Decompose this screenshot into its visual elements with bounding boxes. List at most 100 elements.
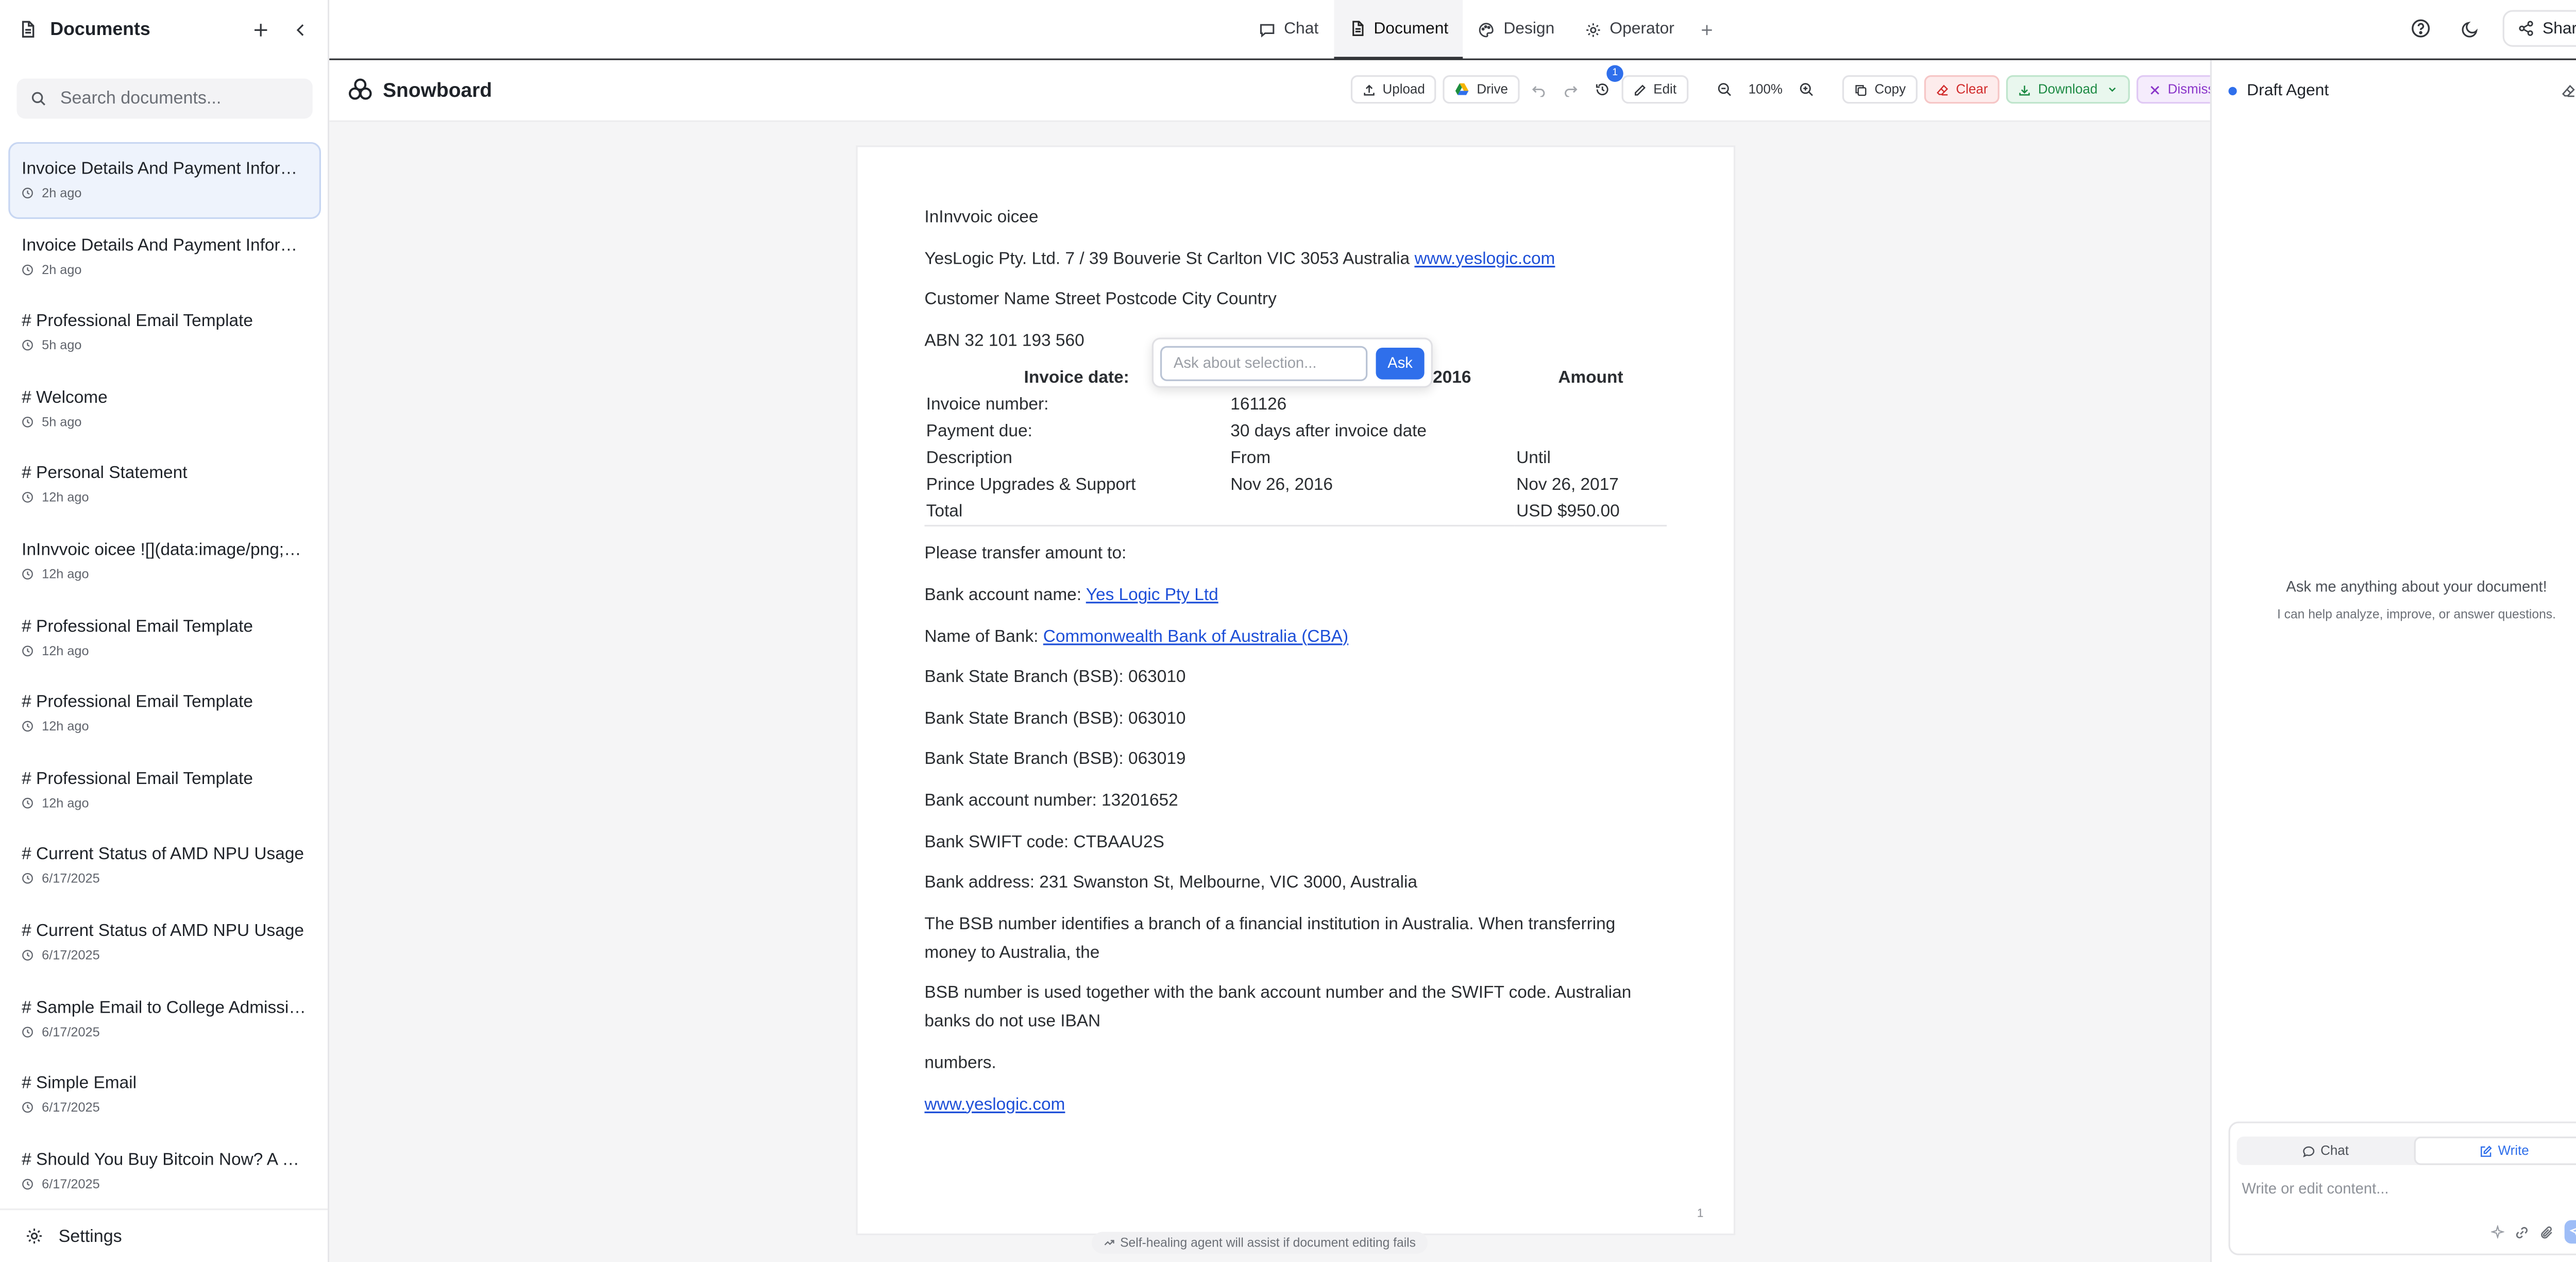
documents-sidebar: Documents Invoice Details And Payment In… [0,0,330,1262]
list-item[interactable]: # Professional Email Template 12h ago [8,752,321,828]
theme-toggle-button[interactable] [2452,10,2489,46]
bsb-line: Bank State Branch (BSB): 063019 [924,751,1186,770]
eraser-icon [1936,83,1950,96]
share-label: Share [2542,19,2576,38]
bank-name: Name of Bank: Commonwealth Bank of Austr… [924,627,1349,646]
document-page[interactable]: InInvvoic oicee YesLogic Pty. Ltd. 7 / 3… [857,147,1734,1234]
list-item[interactable]: # Current Status of AMD NPU Usage 6/17/2… [8,828,321,904]
list-item[interactable]: # Should You Buy Bitcoin Now? A Guide 6/… [8,1133,321,1209]
send-button[interactable] [2564,1220,2576,1244]
undo-button[interactable] [1527,75,1552,104]
doc-time: 12h ago [42,719,89,735]
self-healing-notice: Self-healing agent will assist if docume… [1091,1232,1428,1254]
add-tab-button[interactable] [1689,0,1723,59]
list-item[interactable]: # Sample Email to College Admissions 6/1… [8,980,321,1056]
upload-button[interactable]: Upload [1350,75,1437,104]
table-cell: 30 days after invoice date [1230,423,1427,442]
bank-name-link[interactable]: Commonwealth Bank of Australia (CBA) [1043,628,1348,646]
doc-title: Invoice Details And Payment Information [22,160,306,179]
google-drive-icon [1455,82,1470,97]
help-button[interactable] [2402,10,2438,46]
list-item[interactable]: InInvvoic oicee ![](data:image/png;base6… [8,523,321,600]
download-button[interactable]: Download [2006,75,2129,104]
link-icon[interactable] [2514,1224,2529,1239]
history-button[interactable]: 1 [1590,65,1623,104]
tab-design[interactable]: Design [1463,0,1569,59]
ask-selection-input[interactable] [1160,345,1368,381]
undo-icon [1531,82,1546,97]
status-dot [2228,87,2237,95]
customer-line: Customer Name Street Postcode City Count… [924,291,1277,310]
table-cell: From [1230,450,1271,469]
chat-bubble-icon [1259,21,1275,38]
document-toolbar: Upload Drive 1 Edit 100% Copy Clear Down… [1350,65,2227,104]
agent-header: Draft Agent [2212,60,2576,122]
tab-chat[interactable]: Chat [1244,0,1333,59]
clear-button[interactable]: Clear [1924,75,2000,104]
list-item[interactable]: # Professional Email Template 12h ago [8,675,321,752]
redo-button[interactable] [1558,75,1583,104]
chevron-left-icon[interactable] [293,21,309,38]
table-header: Amount [1558,369,1623,388]
zoom-out-button[interactable] [1711,75,1737,104]
list-item[interactable]: # Professional Email Template 12h ago [8,599,321,675]
list-item[interactable]: # Current Status of AMD NPU Usage 6/17/2… [8,904,321,980]
edit-button[interactable]: Edit [1621,75,1688,104]
list-item[interactable]: Invoice Details And Payment Information … [8,142,321,218]
bsb-line: Bank State Branch (BSB): 063010 [924,669,1186,688]
doc-title: InInvvoic oicee ![](data:image/png;base6… [22,541,308,560]
company-link[interactable]: www.yeslogic.com [1414,250,1555,268]
paperclip-icon[interactable] [2539,1224,2554,1239]
doc-time: 6/17/2025 [42,871,100,886]
mode-chat-button[interactable]: Chat [2237,1137,2414,1165]
account-number: Bank account number: 13201652 [924,792,1178,811]
ask-selection-popup: Ask [1151,337,1433,388]
zoom-in-button[interactable] [1794,75,1820,104]
doc-time: 12h ago [42,642,89,658]
moon-icon [2462,19,2480,38]
close-icon [2148,83,2161,96]
tab-document[interactable]: Document [1333,0,1464,59]
tab-operator[interactable]: Operator [1570,0,1690,59]
bank-account-name-link[interactable]: Yes Logic Pty Ltd [1086,587,1218,605]
agent-empty-state: Ask me anything about your document! I c… [2212,578,2576,622]
dismiss-label: Dismiss [2167,82,2215,97]
list-item[interactable]: # Welcome 5h ago [8,371,321,447]
list-item[interactable]: # Professional Email Template 5h ago [8,295,321,371]
table-cell: Invoice number: [926,396,1049,415]
doc-time: 5h ago [42,414,82,430]
search-input[interactable] [60,88,295,109]
mode-write-button[interactable]: Write [2414,1136,2576,1165]
clock-icon [22,568,33,580]
list-item[interactable]: # Personal Statement 12h ago [8,447,321,523]
ask-button[interactable]: Ask [1376,347,1425,379]
doc-time: 12h ago [42,795,89,810]
document-list: Invoice Details And Payment Information … [8,142,321,1209]
doc-title: # Should You Buy Bitcoin Now? A Guide [22,1151,308,1170]
clock-icon [22,873,33,885]
footer-link[interactable]: www.yeslogic.com [924,1096,1065,1114]
table-cell: Total [924,499,1229,527]
settings-button[interactable]: Settings [0,1208,328,1262]
doc-title: # Personal Statement [22,465,188,484]
agent-input[interactable] [2242,1180,2576,1210]
sparkle-icon[interactable] [2490,1225,2504,1239]
doc-time: 6/17/2025 [42,1024,100,1039]
bank-account-name: Bank account name: Yes Logic Pty Ltd [924,587,1218,605]
share-button[interactable]: Share [2502,10,2576,47]
list-item[interactable]: # Simple Email 6/17/2025 [8,1056,321,1133]
plus-icon[interactable] [252,21,269,38]
clock-icon [22,797,33,809]
drive-button[interactable]: Drive [1443,75,1520,104]
table-cell: USD $950.00 [1514,499,1667,527]
table-row: Total USD $950.00 [924,499,1667,527]
copy-button[interactable]: Copy [1842,75,1918,104]
download-icon [2018,83,2031,96]
palette-icon [1479,21,1495,38]
list-item[interactable]: Invoice Details And Payment Information … [8,218,321,295]
invoice-table: Invoice date: Nov 26, 2016 Amount Invoic… [924,365,1667,527]
edit-square-icon [2480,1144,2493,1157]
eraser-icon[interactable] [2561,83,2576,98]
table-row: Prince Upgrades & Support Nov 26, 2016 N… [924,472,1667,499]
upload-icon [1363,83,1376,96]
